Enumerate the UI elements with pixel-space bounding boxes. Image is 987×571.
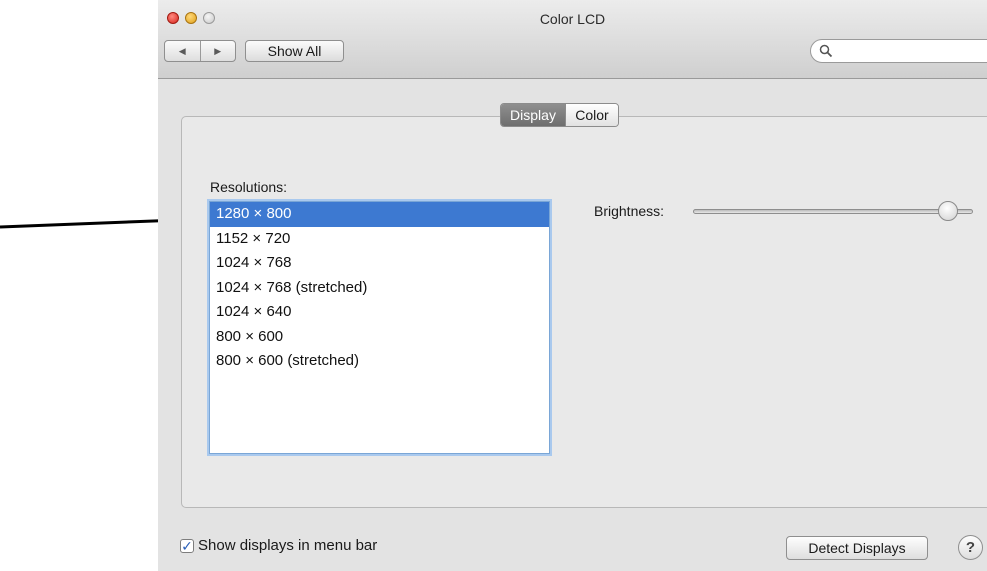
brightness-label: Brightness: bbox=[594, 203, 665, 219]
brightness-slider-track[interactable] bbox=[693, 209, 973, 214]
checkmark-icon: ✓ bbox=[181, 537, 193, 554]
search-field[interactable] bbox=[810, 39, 987, 63]
resolution-item[interactable]: 1152 × 720 bbox=[210, 227, 549, 252]
resolution-item[interactable]: 800 × 600 (stretched) bbox=[210, 349, 549, 374]
resolution-item[interactable]: 800 × 600 bbox=[210, 325, 549, 350]
detect-displays-button[interactable]: Detect Displays bbox=[786, 536, 928, 560]
resolution-item[interactable]: 1024 × 768 (stretched) bbox=[210, 276, 549, 301]
resolution-item[interactable]: 1280 × 800 bbox=[210, 202, 549, 227]
title-bar: Color LCD ◀ ▶ Show All bbox=[158, 0, 987, 79]
resolutions-label: Resolutions: bbox=[210, 179, 288, 195]
brightness-slider-knob[interactable] bbox=[938, 201, 958, 221]
tab-bar: Display Color bbox=[500, 103, 619, 127]
show-displays-label: Show displays in menu bar bbox=[198, 537, 378, 554]
search-icon bbox=[819, 44, 833, 58]
back-arrow-icon[interactable]: ◀ bbox=[165, 41, 200, 61]
tab-display[interactable]: Display bbox=[501, 104, 565, 126]
resolution-item[interactable]: 1024 × 768 bbox=[210, 251, 549, 276]
preferences-window: Color LCD ◀ ▶ Show All Display Color Res… bbox=[158, 0, 987, 571]
tab-color[interactable]: Color bbox=[565, 104, 618, 126]
show-displays-option[interactable]: ✓ Show displays in menu bar bbox=[180, 537, 377, 554]
resolutions-list[interactable]: 1280 × 800 1152 × 720 1024 × 768 1024 × … bbox=[209, 201, 550, 454]
back-forward-control: ◀ ▶ bbox=[164, 40, 236, 62]
show-displays-checkbox[interactable]: ✓ bbox=[180, 537, 194, 554]
help-button[interactable]: ? bbox=[958, 535, 983, 560]
window-title: Color LCD bbox=[539, 11, 606, 27]
resolution-item[interactable]: 1024 × 640 bbox=[210, 300, 549, 325]
forward-arrow-icon[interactable]: ▶ bbox=[199, 41, 236, 61]
show-all-button[interactable]: Show All bbox=[245, 40, 344, 62]
